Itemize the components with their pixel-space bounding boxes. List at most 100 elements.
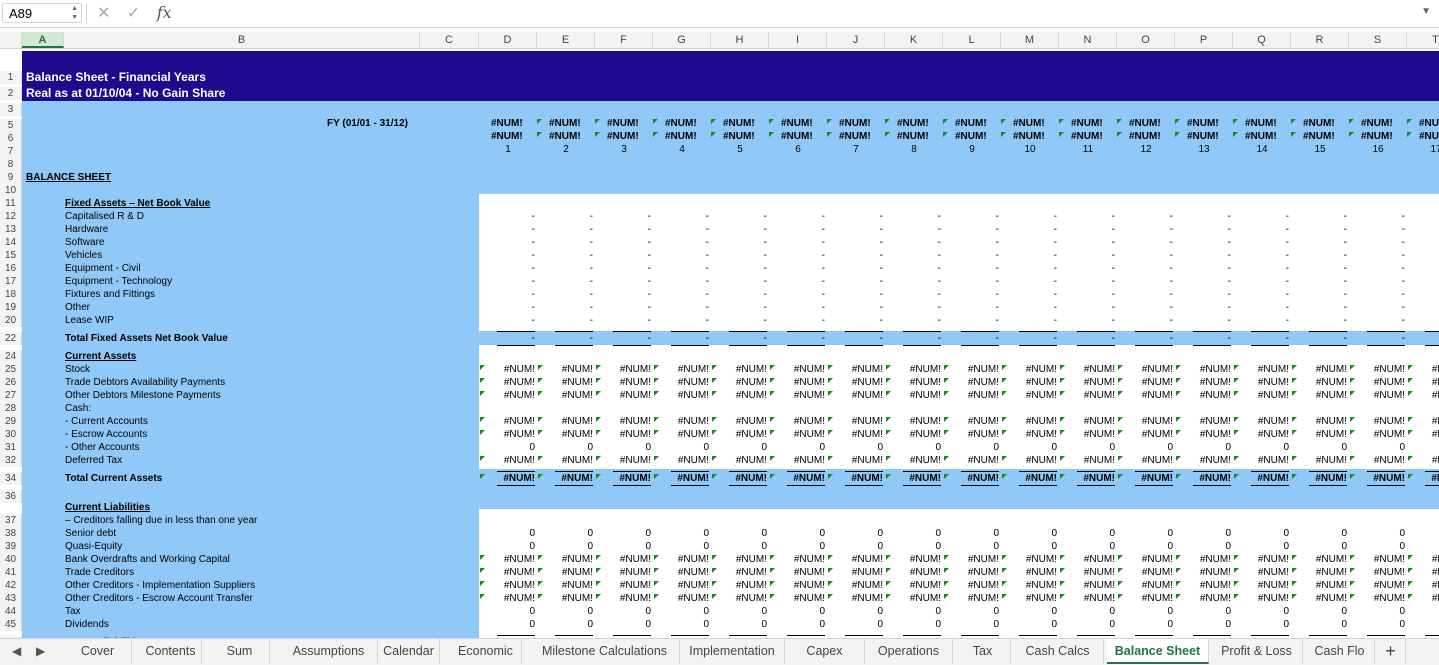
value-cell[interactable]: -	[885, 333, 941, 344]
value-cell[interactable]: #NUM!	[595, 364, 651, 375]
value-cell[interactable]: #NUM!	[1117, 455, 1173, 466]
value-cell[interactable]: 0	[1233, 442, 1289, 453]
value-cell[interactable]: #NUM!	[479, 593, 535, 604]
value-cell[interactable]: #NUM!	[827, 593, 883, 604]
row-header-16[interactable]: 16	[0, 262, 22, 275]
value-cell[interactable]: #NUM!	[537, 377, 593, 388]
value-cell[interactable]: 0	[1291, 619, 1347, 630]
row-header-31[interactable]: 31	[0, 441, 22, 454]
value-cell[interactable]: #NUM!	[1001, 429, 1057, 440]
name-box[interactable]: A89 ▲ ▼	[2, 3, 82, 23]
row-header-13[interactable]: 13	[0, 223, 22, 236]
value-cell[interactable]: #NUM!	[1291, 455, 1347, 466]
value-cell[interactable]: -	[1407, 289, 1439, 300]
value-cell[interactable]: 0	[595, 606, 651, 617]
value-cell[interactable]: #NUM!	[943, 390, 999, 401]
sheet-tab-implementation[interactable]: Implementation	[680, 639, 785, 664]
value-cell[interactable]: -	[653, 250, 709, 261]
cancel-icon[interactable]: ✕	[97, 5, 110, 22]
value-cell[interactable]: -	[1349, 289, 1405, 300]
value-cell[interactable]: -	[943, 224, 999, 235]
value-cell[interactable]: -	[769, 315, 825, 326]
value-cell[interactable]: -	[1001, 276, 1057, 287]
value-cell[interactable]: #NUM!	[711, 377, 767, 388]
value-cell[interactable]: 0	[1233, 619, 1289, 630]
value-cell[interactable]: #NUM!	[595, 390, 651, 401]
value-cell[interactable]: 0	[479, 619, 535, 630]
value-cell[interactable]: 0	[653, 606, 709, 617]
value-cell[interactable]: 0	[1175, 528, 1231, 539]
value-cell[interactable]: #NUM!	[1059, 429, 1115, 440]
value-cell[interactable]: 0	[1175, 619, 1231, 630]
value-cell[interactable]: 0	[595, 541, 651, 552]
value-cell[interactable]: 0	[711, 541, 767, 552]
value-cell[interactable]: #NUM!	[885, 364, 941, 375]
value-cell[interactable]: 0	[943, 619, 999, 630]
value-cell[interactable]: 0	[1059, 442, 1115, 453]
value-cell[interactable]: #NUM!	[1349, 377, 1405, 388]
value-cell[interactable]: #NUM!	[1291, 377, 1347, 388]
value-cell[interactable]: #NUM!	[943, 416, 999, 427]
value-cell[interactable]: -	[479, 333, 535, 344]
value-cell[interactable]: 0	[1407, 442, 1439, 453]
value-cell[interactable]: #NUM!	[595, 554, 651, 565]
value-cell[interactable]: 0	[1291, 442, 1347, 453]
value-cell[interactable]: #NUM!	[653, 429, 709, 440]
value-cell[interactable]: #NUM!	[769, 580, 825, 591]
value-cell[interactable]: 0	[1117, 442, 1173, 453]
value-cell[interactable]: 0	[1117, 606, 1173, 617]
value-cell[interactable]: -	[537, 333, 593, 344]
column-header-n[interactable]: N	[1059, 32, 1117, 48]
value-cell[interactable]: #NUM!	[1175, 377, 1231, 388]
value-cell[interactable]: 0	[1407, 541, 1439, 552]
value-cell[interactable]: #NUM!	[653, 390, 709, 401]
value-cell[interactable]: -	[943, 250, 999, 261]
column-header-d[interactable]: D	[479, 32, 537, 48]
value-cell[interactable]: 0	[479, 606, 535, 617]
value-cell[interactable]: -	[1291, 333, 1347, 344]
value-cell[interactable]: #NUM!	[1291, 429, 1347, 440]
value-cell[interactable]: #NUM!	[827, 429, 883, 440]
value-cell[interactable]: -	[479, 276, 535, 287]
row-header-25[interactable]: 25	[0, 363, 22, 376]
value-cell[interactable]: -	[595, 333, 651, 344]
value-cell[interactable]: 0	[769, 606, 825, 617]
column-header-q[interactable]: Q	[1233, 32, 1291, 48]
value-cell[interactable]: #NUM!	[1349, 580, 1405, 591]
value-cell[interactable]: #NUM!	[1117, 416, 1173, 427]
value-cell[interactable]: 0	[479, 442, 535, 453]
select-all-corner[interactable]	[0, 32, 22, 48]
value-cell[interactable]: #NUM!	[1117, 593, 1173, 604]
row-header-3[interactable]: 3	[0, 103, 22, 116]
value-cell[interactable]: #NUM!	[479, 567, 535, 578]
value-cell[interactable]: #NUM!	[769, 473, 825, 484]
column-header-a[interactable]: A	[22, 32, 64, 48]
value-cell[interactable]: 0	[537, 606, 593, 617]
value-cell[interactable]: -	[1407, 302, 1439, 313]
row-header-24[interactable]: 24	[0, 350, 22, 363]
value-cell[interactable]: -	[943, 237, 999, 248]
value-cell[interactable]: 0	[1233, 528, 1289, 539]
row-header-11[interactable]: 11	[0, 197, 22, 210]
column-header-p[interactable]: P	[1175, 32, 1233, 48]
value-cell[interactable]: -	[1059, 237, 1115, 248]
row-header-45[interactable]: 45	[0, 618, 22, 631]
value-cell[interactable]: #NUM!	[1059, 455, 1115, 466]
value-cell[interactable]: 0	[1291, 541, 1347, 552]
value-cell[interactable]: -	[595, 237, 651, 248]
value-cell[interactable]: -	[1059, 276, 1115, 287]
value-cell[interactable]: #NUM!	[1233, 416, 1289, 427]
value-cell[interactable]: #NUM!	[1117, 390, 1173, 401]
value-cell[interactable]: 0	[943, 541, 999, 552]
value-cell[interactable]: #NUM!	[1117, 429, 1173, 440]
value-cell[interactable]: -	[1117, 302, 1173, 313]
value-cell[interactable]: -	[479, 302, 535, 313]
sheet-tab-sum[interactable]: Sum	[210, 639, 270, 664]
value-cell[interactable]: -	[1059, 289, 1115, 300]
value-cell[interactable]: -	[827, 237, 883, 248]
value-cell[interactable]: -	[1291, 315, 1347, 326]
value-cell[interactable]: #NUM!	[1001, 455, 1057, 466]
value-cell[interactable]: #NUM!	[537, 473, 593, 484]
value-cell[interactable]: -	[1233, 237, 1289, 248]
value-cell[interactable]: -	[537, 302, 593, 313]
